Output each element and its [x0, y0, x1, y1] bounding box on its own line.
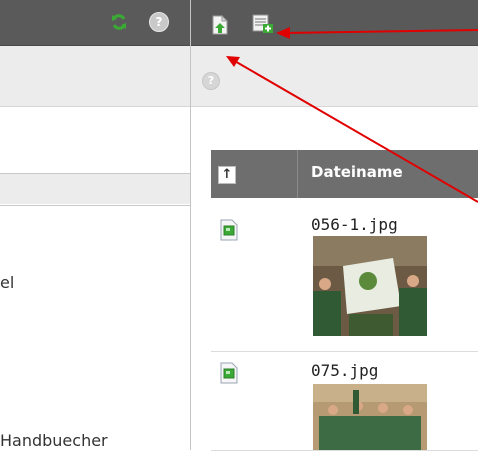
tree-item[interactable]: el	[0, 273, 14, 292]
list-gutter	[191, 107, 211, 450]
help-icon[interactable]: ?	[202, 72, 220, 90]
left-panel-section	[0, 107, 190, 174]
file-name[interactable]: 075.jpg	[311, 361, 378, 380]
left-panel-gap	[0, 174, 190, 204]
thumbnail-image[interactable]	[313, 236, 427, 336]
folder-tree: el Handbuecher	[0, 205, 190, 451]
file-name[interactable]: 056-1.jpg	[311, 215, 398, 234]
toolbar-left: ?	[0, 0, 190, 46]
right-panel-header	[191, 46, 478, 107]
help-icon[interactable]: ?	[149, 12, 169, 32]
toolbar-right	[190, 0, 478, 46]
left-panel-header	[0, 46, 190, 107]
thumbnail-image[interactable]	[313, 384, 427, 450]
refresh-icon[interactable]	[110, 13, 128, 31]
upload-file-icon[interactable]	[211, 15, 229, 35]
image-file-icon	[220, 362, 238, 384]
sort-up-icon[interactable]: ↑	[218, 166, 236, 184]
new-file-icon[interactable]	[252, 14, 274, 34]
filename-column-header[interactable]: Dateiname	[311, 163, 403, 181]
tree-item[interactable]: Handbuecher	[0, 431, 108, 450]
image-file-icon	[220, 219, 238, 241]
